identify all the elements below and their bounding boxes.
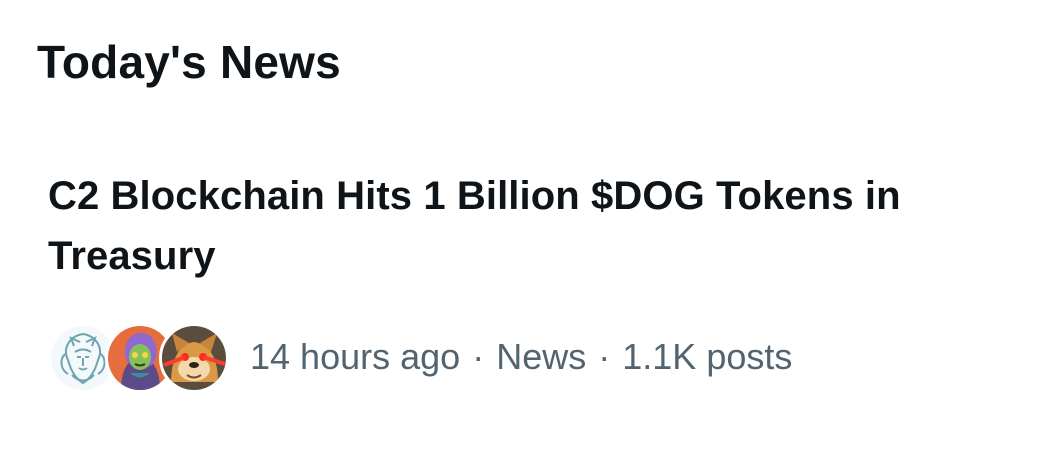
avatar-stack	[48, 322, 230, 393]
story-post-count: 1.1K posts	[622, 336, 793, 377]
meta-separator-1: ·	[472, 336, 485, 377]
story-time: 14 hours ago	[250, 336, 461, 377]
story-headline[interactable]: C2 Blockchain Hits 1 Billion $DOG Tokens…	[48, 166, 1028, 286]
dog-laser-eyes-avatar-icon	[159, 323, 229, 393]
meta-separator-2: ·	[598, 336, 611, 377]
todays-news-module: Today's News C2 Blockchain Hits 1 Billio…	[0, 0, 1060, 455]
section-title: Today's News	[37, 36, 341, 88]
story-meta: 14 hours ago · News · 1.1K posts	[250, 335, 792, 379]
story-meta-row: 14 hours ago · News · 1.1K posts	[48, 322, 792, 393]
story-category: News	[496, 336, 587, 377]
news-story-card[interactable]: C2 Blockchain Hits 1 Billion $DOG Tokens…	[48, 166, 1038, 406]
